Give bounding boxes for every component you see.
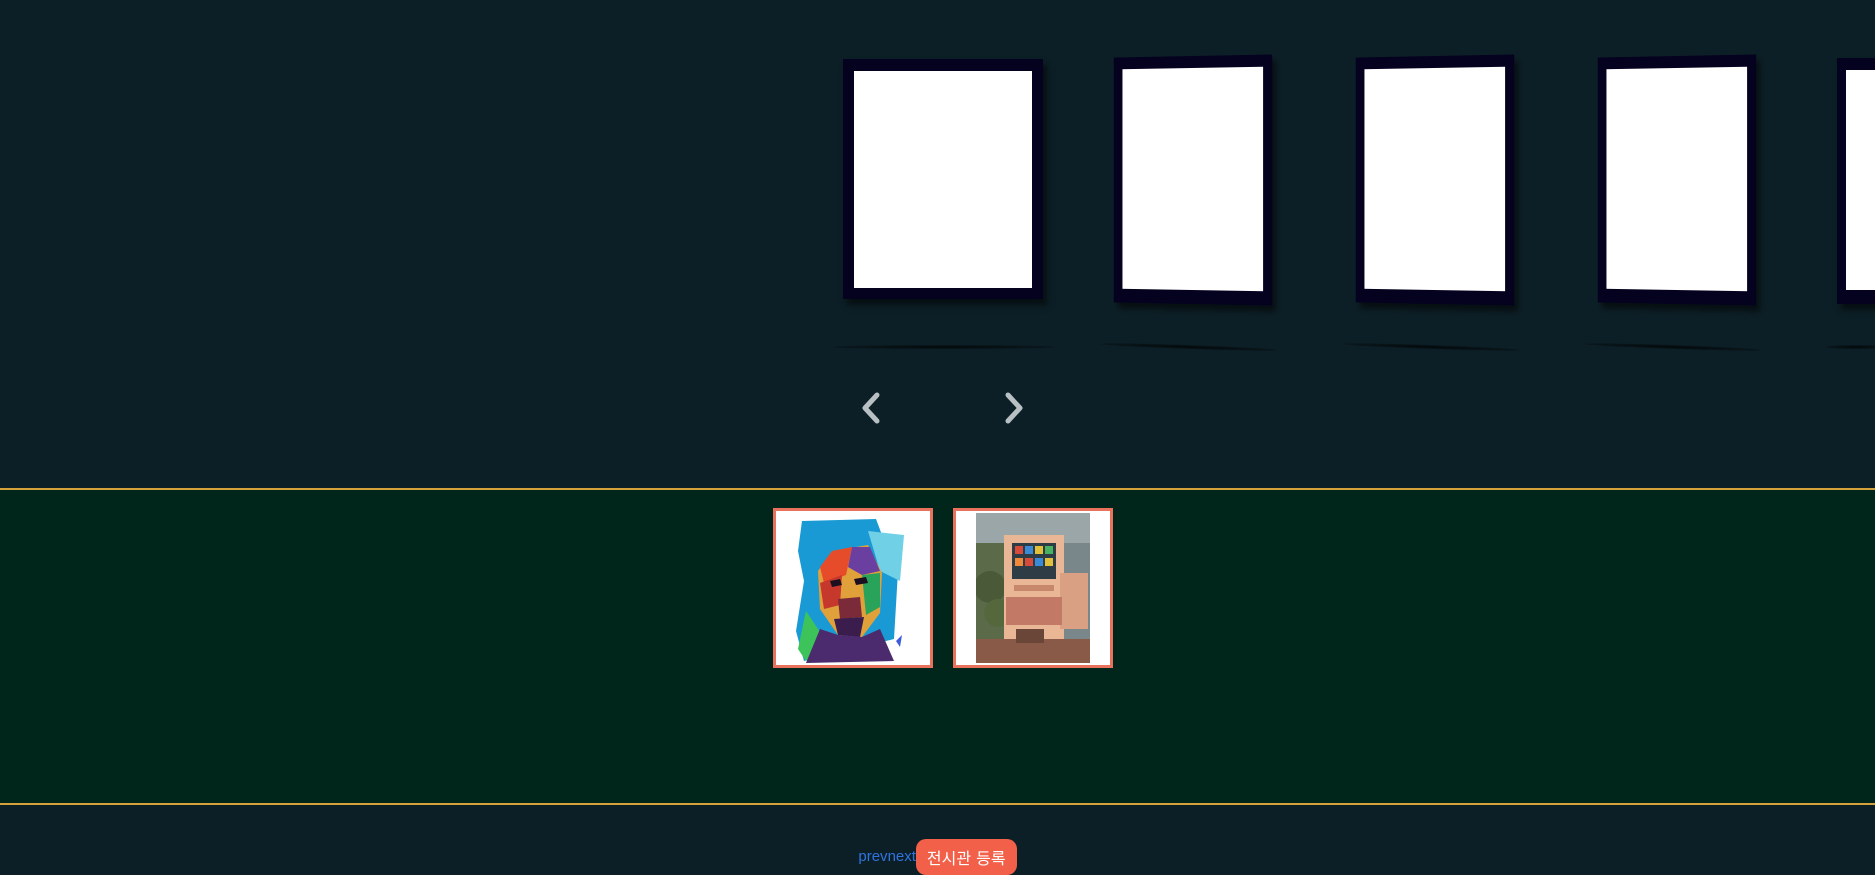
- gallery-frame[interactable]: [1837, 58, 1875, 304]
- gallery-view: [0, 0, 1875, 488]
- frame-canvas: [854, 71, 1032, 288]
- frame-canvas: [1846, 70, 1875, 290]
- frame-canvas: [1364, 66, 1506, 292]
- frame-floor-shadow: [833, 345, 1055, 349]
- chevron-left-icon: [859, 391, 883, 430]
- next-link[interactable]: next: [888, 847, 916, 867]
- frame-canvas: [1122, 66, 1264, 292]
- gallery-next-button[interactable]: [996, 390, 1032, 430]
- frame-floor-shadow: [1826, 345, 1875, 349]
- frame-floor-shadow: [1341, 341, 1521, 353]
- gallery-frame[interactable]: [1113, 54, 1273, 306]
- frame-floor-shadow: [1583, 341, 1763, 353]
- footer-controls: prev next 전시관 등록: [858, 838, 1017, 875]
- gallery-frame[interactable]: [1597, 54, 1757, 306]
- thumbnail-portrait[interactable]: [773, 508, 933, 668]
- artwork-thumbnail-strip: [0, 488, 1875, 805]
- chevron-right-icon: [1002, 391, 1026, 430]
- frame-canvas: [1606, 66, 1748, 292]
- register-exhibition-button[interactable]: 전시관 등록: [915, 838, 1017, 875]
- gallery-frame[interactable]: [1355, 54, 1515, 306]
- gallery-frame[interactable]: [843, 59, 1043, 299]
- gallery-prev-button[interactable]: [853, 390, 889, 430]
- prev-link[interactable]: prev: [858, 847, 887, 867]
- thumbnail-photo[interactable]: [953, 508, 1113, 668]
- frame-floor-shadow: [1099, 341, 1279, 353]
- footer: prev next 전시관 등록: [0, 838, 1875, 875]
- page: prev next 전시관 등록: [0, 0, 1875, 875]
